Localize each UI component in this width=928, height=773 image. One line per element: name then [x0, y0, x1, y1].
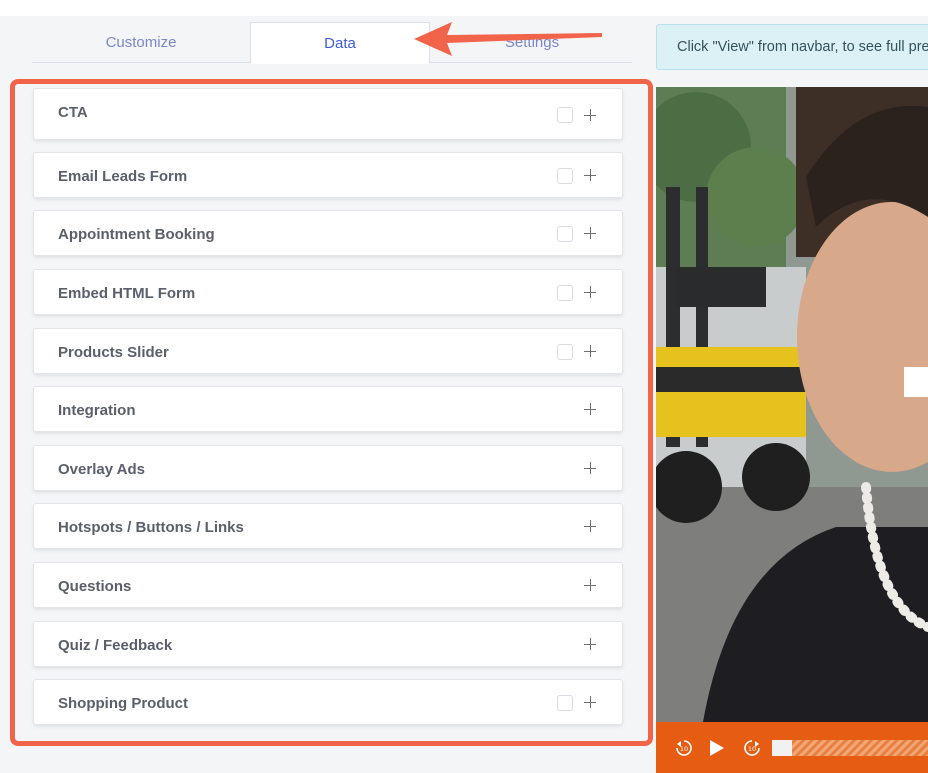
- section-label: Email Leads Form: [58, 168, 188, 185]
- section-products-slider[interactable]: Products Slider: [33, 328, 623, 374]
- section-checkbox[interactable]: [557, 285, 573, 301]
- forward-10-icon[interactable]: 10: [742, 738, 762, 758]
- section-questions[interactable]: Questions: [33, 562, 623, 608]
- section-embed-html-form[interactable]: Embed HTML Form: [33, 269, 623, 315]
- plus-icon[interactable]: [584, 345, 596, 357]
- section-checkbox[interactable]: [557, 695, 573, 711]
- data-panel: CTA Email Leads Form Appointment Booking…: [10, 79, 653, 746]
- tab-data[interactable]: Data: [250, 22, 430, 64]
- section-checkbox[interactable]: [557, 107, 573, 123]
- plus-icon[interactable]: [584, 169, 596, 181]
- plus-icon[interactable]: [584, 579, 596, 591]
- section-label: Hotspots / Buttons / Links: [58, 519, 244, 536]
- plus-icon[interactable]: [584, 109, 596, 121]
- section-checkbox[interactable]: [557, 344, 573, 360]
- annotation-arrow-icon: [414, 22, 602, 56]
- plus-icon[interactable]: [584, 638, 596, 650]
- rewind-10-icon[interactable]: 10: [674, 738, 694, 758]
- plus-icon[interactable]: [584, 227, 596, 239]
- section-shopping-product[interactable]: Shopping Product: [33, 679, 623, 725]
- forward-label: 10: [748, 745, 756, 753]
- section-cta[interactable]: CTA: [33, 88, 623, 140]
- section-email-leads-form[interactable]: Email Leads Form: [33, 152, 623, 198]
- section-label: CTA: [58, 104, 88, 121]
- section-label: Questions: [58, 578, 132, 595]
- preview-notice-text: Click "View" from navbar, to see full pr…: [677, 39, 928, 55]
- section-label: Appointment Booking: [58, 226, 215, 243]
- plus-icon[interactable]: [584, 462, 596, 474]
- plus-icon[interactable]: [584, 403, 596, 415]
- section-checkbox[interactable]: [557, 226, 573, 242]
- section-label: Integration: [58, 402, 136, 419]
- section-label: Overlay Ads: [58, 461, 145, 478]
- rewind-label: 10: [680, 745, 688, 753]
- section-label: Shopping Product: [58, 695, 188, 712]
- video-preview[interactable]: [656, 87, 928, 773]
- top-bar: [0, 0, 928, 16]
- section-hotspots-buttons-links[interactable]: Hotspots / Buttons / Links: [33, 503, 623, 549]
- section-quiz-feedback[interactable]: Quiz / Feedback: [33, 621, 623, 667]
- progress-bar[interactable]: [772, 740, 928, 756]
- play-icon[interactable]: [706, 738, 726, 758]
- plus-icon[interactable]: [584, 286, 596, 298]
- preview-notice: Click "View" from navbar, to see full pr…: [656, 24, 928, 70]
- section-appointment-booking[interactable]: Appointment Booking: [33, 210, 623, 256]
- section-overlay-ads[interactable]: Overlay Ads: [33, 445, 623, 491]
- progress-handle[interactable]: [772, 740, 792, 756]
- section-label: Quiz / Feedback: [58, 637, 173, 654]
- video-controls: 10 10: [656, 722, 928, 773]
- plus-icon[interactable]: [584, 520, 596, 532]
- section-label: Products Slider: [58, 344, 169, 361]
- section-checkbox[interactable]: [557, 168, 573, 184]
- section-integration[interactable]: Integration: [33, 386, 623, 432]
- plus-icon[interactable]: [584, 696, 596, 708]
- section-label: Embed HTML Form: [58, 285, 196, 302]
- tab-customize[interactable]: Customize: [32, 22, 250, 63]
